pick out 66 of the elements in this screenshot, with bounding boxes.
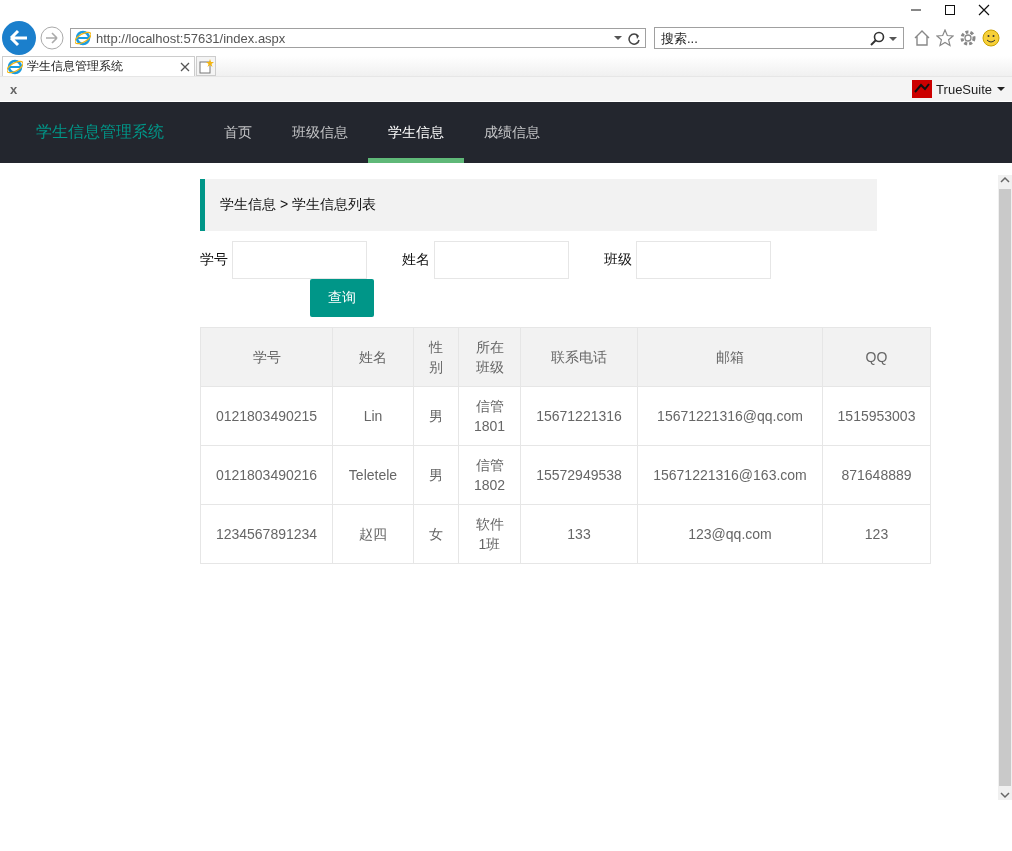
nav-tab[interactable]: 成绩信息	[464, 102, 560, 163]
table-cell: 15572949538	[520, 445, 638, 505]
nav-tab[interactable]: 学生信息	[368, 102, 464, 163]
home-icon[interactable]	[913, 29, 931, 47]
ie-logo-icon	[75, 30, 91, 46]
table-cell: 123	[822, 504, 931, 564]
table-cell: 15671221316@qq.com	[637, 386, 823, 446]
table-cell: 15671221316@163.com	[637, 445, 823, 505]
table-cell: 1234567891234	[200, 504, 333, 564]
search-button[interactable]: 查询	[310, 279, 374, 317]
column-header: 性别	[413, 327, 459, 387]
maximize-icon[interactable]	[944, 4, 956, 16]
table-cell: 15671221316	[520, 386, 638, 446]
filter-input[interactable]	[636, 241, 771, 279]
new-page-icon	[198, 58, 214, 74]
table-cell: 123@qq.com	[637, 504, 823, 564]
table-cell: 女	[413, 504, 459, 564]
filter-label: 姓名	[402, 251, 430, 269]
dropdown-caret-icon[interactable]	[996, 86, 1006, 92]
table-cell: 871648889	[822, 445, 931, 505]
table-cell: 软件1班	[458, 504, 521, 564]
settings-icon[interactable]	[959, 29, 977, 47]
column-header: 姓名	[332, 327, 414, 387]
table-cell: 赵四	[332, 504, 414, 564]
address-bar[interactable]: http://localhost:57631/index.aspx	[70, 28, 646, 48]
filter-input[interactable]	[232, 241, 367, 279]
addon-logo-icon	[912, 80, 933, 98]
table-cell: 男	[413, 445, 459, 505]
table-cell: Lin	[332, 386, 414, 446]
app-title: 学生信息管理系统	[35, 122, 165, 142]
column-header: 所在班级	[458, 327, 521, 387]
nav-tab[interactable]: 首页	[204, 102, 272, 163]
search-icon[interactable]	[870, 31, 885, 46]
table-cell: 0121803490215	[200, 386, 333, 446]
scroll-up-icon[interactable]	[999, 175, 1011, 185]
table-cell: 0121803490216	[200, 445, 333, 505]
close-icon[interactable]	[180, 61, 190, 72]
column-header: 学号	[200, 327, 333, 387]
search-field[interactable]: 搜索...	[654, 27, 904, 49]
ie-logo-icon	[7, 58, 23, 75]
filter-label: 班级	[604, 251, 632, 269]
smiley-icon[interactable]	[982, 29, 1000, 47]
breadcrumb: 学生信息 > 学生信息列表	[200, 179, 877, 231]
table-cell: 1515953003	[822, 386, 931, 446]
addon-button[interactable]: TrueSuite	[936, 81, 992, 97]
browser-tab[interactable]: 学生信息管理系统	[2, 56, 195, 76]
scroll-down-icon[interactable]	[999, 790, 1011, 800]
close-toolbar-button[interactable]: x	[10, 81, 18, 97]
nav-tab[interactable]: 班级信息	[272, 102, 368, 163]
table-cell: 133	[520, 504, 638, 564]
column-header: 联系电话	[520, 327, 638, 387]
table-cell: 信管1802	[458, 445, 521, 505]
table-cell: 信管1801	[458, 386, 521, 446]
column-header: QQ	[822, 327, 931, 387]
close-icon[interactable]	[978, 4, 990, 16]
dropdown-caret-icon[interactable]	[888, 35, 898, 42]
filter-input[interactable]	[434, 241, 569, 279]
back-button-icon[interactable]	[2, 21, 36, 55]
filter-label: 学号	[200, 251, 228, 269]
table-cell: 男	[413, 386, 459, 446]
dropdown-caret-icon[interactable]	[613, 35, 623, 41]
table-cell: Teletele	[332, 445, 414, 505]
star-icon[interactable]	[936, 29, 954, 47]
refresh-icon[interactable]	[628, 31, 641, 45]
column-header: 邮箱	[637, 327, 823, 387]
scrollbar[interactable]	[998, 175, 1012, 800]
